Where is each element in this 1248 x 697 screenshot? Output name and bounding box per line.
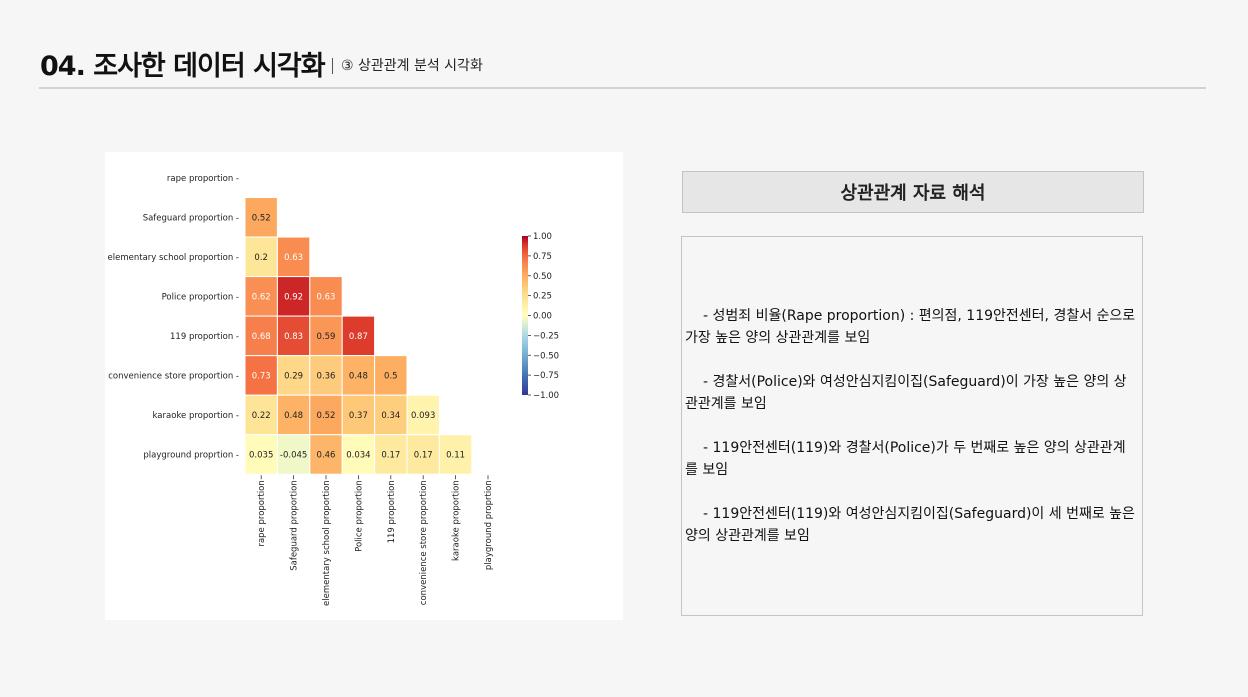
heatmap-cell-label: 0.035: [249, 450, 273, 460]
colorbar-tick-label: 1.00: [533, 232, 552, 242]
interpretation-note: - 119안전센터(119)와 경찰서(Police)가 두 번째로 높은 양의…: [685, 440, 1126, 478]
colorbar-tick-label: 0.25: [533, 292, 552, 302]
heatmap-cell-label: 0.093: [411, 411, 435, 421]
x-tick-label: elementary school proportion: [322, 480, 332, 606]
interpretation-note: - 성범죄 비율(Rape proportion) : 편의점, 119안전센터…: [685, 308, 1136, 346]
heatmap-cell-label: 0.36: [317, 371, 336, 381]
heatmap-cell-label: 0.73: [252, 371, 271, 381]
colorbar-tick-label: −0.50: [533, 351, 559, 361]
heatmap-cell-label: 0.52: [252, 213, 271, 223]
y-tick-label: karaoke proportion -: [153, 411, 239, 421]
heatmap-cell-label: 0.63: [284, 253, 303, 263]
x-tick-label: karaoke proportion: [452, 480, 462, 561]
x-tick-label: Police proportion: [354, 480, 364, 552]
page-subtitle: ③ 상관관계 분석 시각화: [332, 58, 483, 74]
interpretation-heading: 상관관계 자료 해석: [682, 171, 1144, 213]
heatmap-cell-label: 0.63: [317, 292, 336, 302]
heatmap-cell-label: 0.5: [384, 371, 398, 381]
heatmap-cell-label: 0.59: [317, 332, 336, 342]
x-tick-label: convenience store proportion: [419, 480, 429, 605]
interpretation-note: - 119안전센터(119)와 여성안심지킴이집(Safeguard)이 세 번…: [685, 506, 1135, 544]
y-tick-label: rape proportion -: [167, 174, 239, 184]
interpretation-note: - 경찰서(Police)와 여성안심지킴이집(Safeguard)이 가장 높…: [685, 374, 1127, 412]
heatmap-cell-label: 0.2: [254, 253, 268, 263]
y-tick-label: 119 proportion -: [170, 332, 239, 342]
x-tick-label: 119 proportion: [387, 480, 397, 543]
y-tick-label: playground proprtion -: [143, 450, 239, 460]
heatmap-cell-label: 0.68: [252, 332, 271, 342]
heatmap-cell-label: 0.46: [317, 450, 336, 460]
y-tick-label: Police proportion -: [162, 292, 239, 302]
correlation-heatmap: 0.52 0.2 0.63 0.62 0.92 0.63 0.68 0.83 0.59 0.87 0…: [108, 174, 560, 606]
heatmap-cell-label: 0.92: [284, 292, 303, 302]
colorbar: [522, 236, 528, 395]
heatmap-cell-label: 0.37: [349, 411, 368, 421]
heatmap-cell-label: 0.48: [349, 371, 368, 381]
y-tick-label: convenience store proportion -: [108, 371, 239, 381]
heatmap-cell-label: 0.48: [284, 411, 303, 421]
heatmap-cell-label: 0.17: [381, 450, 400, 460]
colorbar-tick-label: 0.75: [533, 252, 552, 262]
x-tick-label: Safeguard proportion: [290, 480, 300, 571]
title-divider: [39, 87, 1206, 89]
colorbar-tick-label: 0.00: [533, 312, 552, 322]
colorbar-tick-label: −0.75: [533, 371, 559, 381]
heatmap-cell-label: 0.17: [414, 450, 433, 460]
correlation-heatmap-panel: 0.52 0.2 0.63 0.62 0.92 0.63 0.68 0.83 0.59 0.87 0…: [105, 152, 623, 620]
heatmap-cell-label: 0.11: [446, 450, 465, 460]
heatmap-cell-label: 0.87: [349, 332, 368, 342]
heatmap-cell-label: 0.83: [284, 332, 303, 342]
interpretation-notes: - 성범죄 비율(Rape proportion) : 편의점, 119안전센터…: [682, 237, 1142, 547]
y-tick-label: elementary school proportion -: [108, 253, 239, 263]
x-tick-label: playground proprtion: [484, 480, 494, 570]
colorbar-tick-label: −1.00: [533, 391, 559, 401]
x-tick-label: rape proportion: [257, 480, 267, 546]
heatmap-cell-label: 0.62: [252, 292, 271, 302]
heatmap-cell-label: 0.34: [381, 411, 400, 421]
heatmap-cell-label: 0.29: [284, 371, 303, 381]
heatmap-cell-label: -0.045: [280, 450, 307, 460]
heatmap-cell-label: 0.22: [252, 411, 271, 421]
heatmap-cell-label: 0.52: [317, 411, 336, 421]
interpretation-panel: - 성범죄 비율(Rape proportion) : 편의점, 119안전센터…: [681, 236, 1143, 616]
y-tick-label: Safeguard proportion -: [143, 213, 239, 223]
colorbar-tick-label: 0.50: [533, 272, 552, 282]
colorbar-tick-label: −0.25: [533, 331, 559, 341]
page-title: 04. 조사한 데이터 시각화: [40, 51, 326, 82]
heatmap-cell-label: 0.034: [346, 450, 370, 460]
